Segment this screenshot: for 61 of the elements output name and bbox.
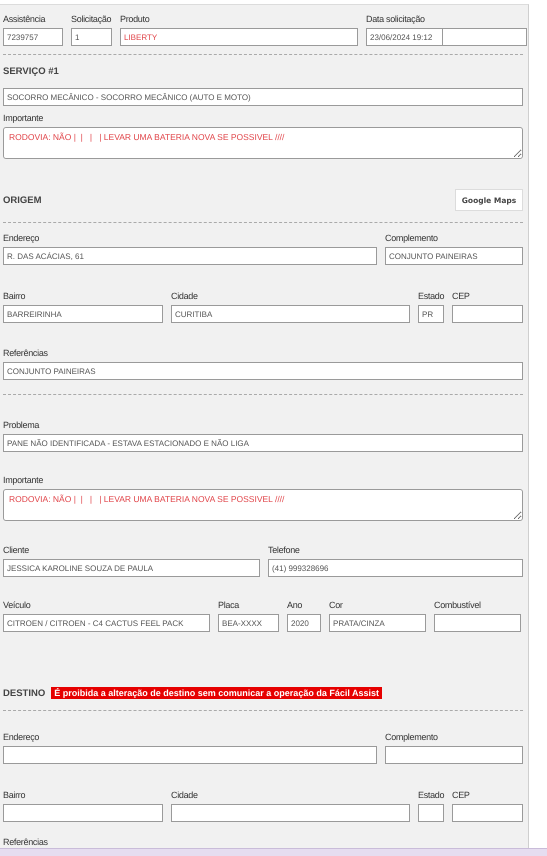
input-field[interactable]: 2020 xyxy=(287,614,321,632)
input-field[interactable]: CURITIBA xyxy=(171,305,410,323)
field-label: CEP xyxy=(452,290,470,302)
section-title: ORIGEM xyxy=(3,194,42,206)
input-field[interactable] xyxy=(171,804,410,822)
field-label: Bairro xyxy=(3,290,26,302)
field-label: Referências xyxy=(3,837,48,847)
input-field[interactable]: BARREIRINHA xyxy=(3,305,163,323)
field-label: Estado xyxy=(418,789,444,801)
field-label: Cor xyxy=(329,599,343,611)
section-title: SERVIÇO #1 xyxy=(3,66,59,77)
field-label: Cliente xyxy=(3,544,29,556)
field-label: Importante xyxy=(3,112,44,124)
field-label: Endereço xyxy=(3,232,40,244)
textarea-field[interactable]: RODOVIA: NÃO | | | | LEVAR UMA BATERIA NOVA SE POSSIVEL //// xyxy=(3,127,523,159)
input-field[interactable]: CONJUNTO PAINEIRAS xyxy=(385,247,523,265)
field-label: Telefone xyxy=(268,544,300,556)
warning-banner: É proibida a alteração de destino sem comunicar a operação da Fácil Assist xyxy=(51,687,382,699)
field-label: Assistência xyxy=(3,13,46,25)
section-title: DESTINO xyxy=(3,688,46,698)
field-label: Cidade xyxy=(171,290,198,302)
input-field[interactable] xyxy=(434,614,521,632)
field-label: Data solicitação xyxy=(366,13,425,25)
field-label: Veículo xyxy=(3,599,30,611)
input-field[interactable] xyxy=(385,746,523,764)
field-label: Produto xyxy=(120,13,150,25)
field-label: Bairro xyxy=(3,789,26,801)
input-field[interactable] xyxy=(418,804,444,822)
field-label: Referências xyxy=(3,347,48,359)
field-label: Solicitação xyxy=(71,13,112,25)
input-field[interactable] xyxy=(452,305,523,323)
input-field[interactable]: CONJUNTO PAINEIRAS xyxy=(3,362,523,380)
input-field[interactable]: BEA-XXXX xyxy=(218,614,279,632)
input-field[interactable]: (41) 999328696 xyxy=(268,559,523,577)
input-field[interactable] xyxy=(3,746,377,764)
field-label: CEP xyxy=(452,789,470,801)
input-field[interactable]: SOCORRO MECÂNICO - SOCORRO MECÂNICO (AUTO E MOTO) xyxy=(3,88,523,106)
input-field[interactable]: PRATA/CINZA xyxy=(329,614,426,632)
input-field[interactable]: JESSICA KAROLINE SOUZA DE PAULA xyxy=(3,559,260,577)
input-field[interactable]: 23/06/2024 19:12 xyxy=(366,28,443,46)
field-label: Estado xyxy=(418,290,444,302)
field-label: Ano xyxy=(287,599,302,611)
field-label: Placa xyxy=(218,599,240,611)
input-field[interactable]: R. DAS ACÁCIAS, 61 xyxy=(3,247,377,265)
textarea-field[interactable]: RODOVIA: NÃO | | | | LEVAR UMA BATERIA NOVA SE POSSIVEL //// xyxy=(3,489,523,521)
field-label: Complemento xyxy=(385,232,438,244)
input-field[interactable]: 1 xyxy=(71,28,112,46)
input-field[interactable] xyxy=(452,804,523,822)
field-label: Cidade xyxy=(171,789,198,801)
field-label: Combustível xyxy=(434,599,481,611)
input-field[interactable]: CITROEN / CITROEN - C4 CACTUS FEEL PACK xyxy=(3,614,210,632)
input-field[interactable]: 7239757 xyxy=(3,28,63,46)
field-label: Endereço xyxy=(3,731,40,743)
field-label: Complemento xyxy=(385,731,438,743)
input-field[interactable] xyxy=(3,804,163,822)
field-label: Importante xyxy=(3,474,44,486)
input-field[interactable] xyxy=(442,28,527,46)
input-field[interactable]: PANE NÃO IDENTIFICADA - ESTAVA ESTACIONADO E NÃO LIGA xyxy=(3,434,523,452)
field-label: Problema xyxy=(3,419,40,431)
input-field[interactable]: PR xyxy=(418,305,444,323)
input-field[interactable]: LIBERTY xyxy=(120,28,358,46)
